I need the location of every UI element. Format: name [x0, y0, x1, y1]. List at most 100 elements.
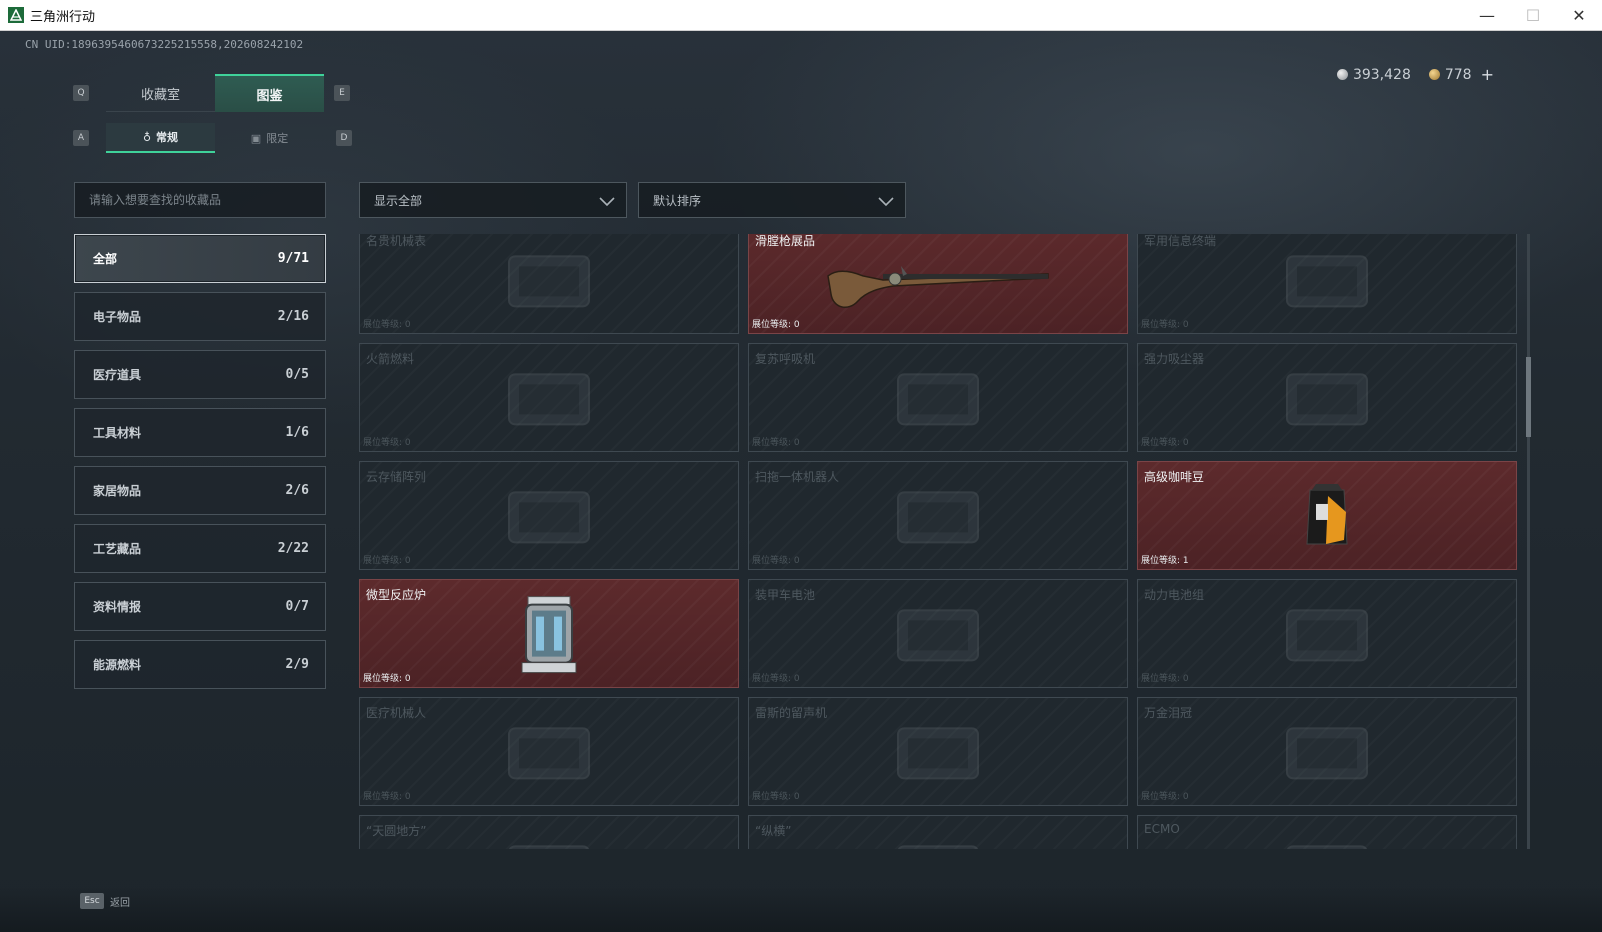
ventilator-icon	[883, 359, 993, 443]
item-name: 云存储阵列	[366, 470, 427, 484]
collection-item-card[interactable]: “天圆地方”展位等级: 0	[359, 815, 739, 849]
tab-collection-room[interactable]: 收藏室	[106, 74, 215, 112]
artifact-icon	[494, 831, 604, 849]
item-display-level: 展位等级: 0	[752, 556, 800, 566]
close-button[interactable]: ✕	[1556, 0, 1602, 31]
scrollbar-track[interactable]	[1527, 234, 1530, 849]
category-intel[interactable]: 资料情报 0/7	[74, 582, 326, 631]
item-display-level: 展位等级: 0	[1141, 792, 1189, 802]
reactor-icon	[514, 592, 584, 682]
currency-display: 393,428 778 +	[1336, 65, 1494, 84]
category-count: 0/5	[285, 367, 309, 382]
subtab-limited-label: 限定	[266, 132, 289, 145]
category-medical[interactable]: 医疗道具 0/5	[74, 350, 326, 399]
category-electronics[interactable]: 电子物品 2/16	[74, 292, 326, 341]
back-button[interactable]: Esc 返回	[80, 893, 130, 909]
category-all[interactable]: 全部 9/71	[74, 234, 326, 283]
maximize-button[interactable]: ☐	[1510, 0, 1556, 31]
collection-item-card[interactable]: 复苏呼吸机 展位等级: 0	[748, 343, 1128, 452]
category-crafts[interactable]: 工艺藏品 2/22	[74, 524, 326, 573]
category-count: 2/9	[285, 657, 309, 672]
subtab-regular-label: 常规	[156, 131, 179, 144]
sort-dropdown-value: 默认排序	[653, 193, 702, 208]
collection-item-card[interactable]: 火箭燃料 展位等级: 0	[359, 343, 739, 452]
collection-item-card[interactable]: 高级咖啡豆 展位等级: 1	[1137, 461, 1517, 570]
key-hint-d: D	[336, 130, 352, 146]
collection-item-card[interactable]: ECMO展位等级: 0	[1137, 815, 1517, 849]
item-display-level: 展位等级: 0	[1141, 674, 1189, 684]
category-count: 9/71	[277, 251, 309, 266]
item-display-level: 展位等级: 0	[752, 320, 800, 330]
collection-item-card[interactable]: 名贵机械表 展位等级: 0	[359, 234, 739, 334]
collection-item-card[interactable]: 雷斯的留声机 展位等级: 0	[748, 697, 1128, 806]
medical-robot-icon	[494, 713, 604, 797]
category-label: 能源燃料	[93, 658, 142, 672]
sort-dropdown[interactable]: 默认排序	[638, 182, 906, 218]
window-titlebar: 三角洲行动 — ☐ ✕	[0, 0, 1602, 31]
chevron-down-icon	[878, 197, 894, 207]
artifact-icon	[883, 831, 993, 849]
item-name: 动力电池组	[1144, 588, 1205, 602]
collection-item-card[interactable]: 强力吸尘器 展位等级: 0	[1137, 343, 1517, 452]
item-display-level: 展位等级: 0	[363, 674, 411, 684]
subtab-regular[interactable]: ♁ 常规	[106, 123, 215, 153]
category-list: 全部 9/71 电子物品 2/16 医疗道具 0/5 工具材料 1/6 家居物品…	[74, 234, 326, 698]
tab-catalog[interactable]: 图鉴	[215, 74, 324, 112]
item-name: 滑膛枪展品	[755, 234, 816, 248]
battery-icon	[883, 595, 993, 679]
crown-icon	[1272, 713, 1382, 797]
collection-item-card[interactable]: 万金泪冠展位等级: 0	[1137, 697, 1517, 806]
collection-item-card[interactable]: 医疗机械人 展位等级: 0	[359, 697, 739, 806]
collection-item-card[interactable]: 动力电池组展位等级: 0	[1137, 579, 1517, 688]
collection-item-card[interactable]: 装甲车电池展位等级: 0	[748, 579, 1128, 688]
search-input[interactable]	[74, 182, 326, 218]
robot-icon	[883, 477, 993, 561]
category-energy[interactable]: 能源燃料 2/9	[74, 640, 326, 689]
category-label: 全部	[93, 252, 118, 266]
collection-item-card[interactable]: 扫拖一体机器人 展位等级: 0	[748, 461, 1128, 570]
category-count: 2/16	[277, 309, 309, 324]
gold-currency: 778 +	[1428, 65, 1494, 84]
collection-item-card[interactable]: 滑膛枪展品展位等级: 0	[748, 234, 1128, 334]
item-display-level: 展位等级: 0	[752, 674, 800, 684]
coffee-bag-icon	[1302, 481, 1352, 555]
flask-icon: ♁	[142, 130, 152, 144]
add-currency-button[interactable]: +	[1481, 65, 1494, 84]
category-label: 家居物品	[93, 484, 142, 498]
item-name: 强力吸尘器	[1144, 352, 1205, 366]
category-household[interactable]: 家居物品 2/6	[74, 466, 326, 515]
filter-dropdown[interactable]: 显示全部	[359, 182, 627, 218]
watch-icon	[494, 241, 604, 325]
minimize-button[interactable]: —	[1464, 0, 1510, 31]
item-name: 微型反应炉	[366, 588, 427, 602]
category-label: 资料情报	[93, 600, 142, 614]
item-name: “天圆地方”	[366, 824, 427, 838]
item-grid: 名贵机械表 展位等级: 0 滑膛枪展品 展位等级: 0 军用信息终端 展位等级: 0 火箭燃…	[359, 234, 1522, 849]
collection-item-card[interactable]: 云存储阵列展位等级: 0	[359, 461, 739, 570]
category-label: 电子物品	[93, 310, 142, 324]
category-label: 工具材料	[93, 426, 142, 440]
gramophone-icon	[883, 713, 993, 797]
vacuum-icon	[1272, 359, 1382, 443]
image-icon: ▣	[250, 131, 262, 145]
key-hint-a: A	[73, 130, 89, 146]
gold-coin-icon	[1428, 69, 1440, 80]
collection-item-card[interactable]: “纵横”展位等级: 0	[748, 815, 1128, 849]
chevron-down-icon	[599, 197, 615, 207]
category-label: 医疗道具	[93, 368, 142, 382]
bottom-bar	[0, 887, 1602, 932]
collection-item-card[interactable]: 微型反应炉展位等级: 0	[359, 579, 739, 688]
collection-item-card[interactable]: 军用信息终端 展位等级: 0	[1137, 234, 1517, 334]
item-display-level: 展位等级: 1	[1141, 556, 1189, 566]
item-grid-viewport: 名贵机械表 展位等级: 0 滑膛枪展品 展位等级: 0 军用信息终端 展位等级: 0 火箭燃…	[359, 234, 1522, 849]
item-display-level: 展位等级: 0	[363, 438, 411, 448]
item-name: 雷斯的留声机	[755, 706, 828, 720]
item-name: 装甲车电池	[755, 588, 816, 602]
subtab-limited[interactable]: ▣ 限定	[215, 123, 324, 153]
item-name: 万金泪冠	[1144, 706, 1193, 720]
item-display-level: 展位等级: 0	[363, 556, 411, 566]
category-tools[interactable]: 工具材料 1/6	[74, 408, 326, 457]
scrollbar-thumb[interactable]	[1526, 357, 1531, 437]
app-logo-icon	[8, 7, 24, 23]
player-uid: CN UID:1896395460673225215558,2026082421…	[25, 38, 304, 51]
